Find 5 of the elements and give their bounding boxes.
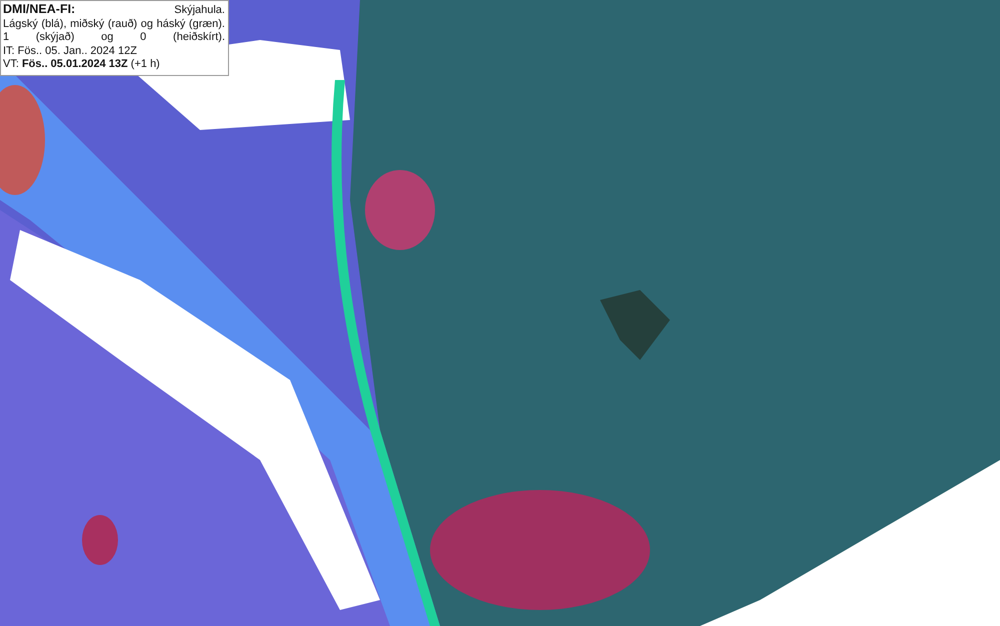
- valid-time: VT: Fös.. 05.01.2024 13Z (+1 h): [3, 58, 161, 72]
- model-name: DMI/NEA-FI:: [3, 3, 76, 16]
- legend-description: Lágský (blá), miðský (rauð) og háský (græn). 1 (skýjað) og 0 (heiðskírt).: [3, 18, 225, 44]
- init-time: IT: Fös.. 05. Jan.. 2024 12Z: [3, 44, 138, 58]
- product-name: Skýjahula.: [174, 4, 225, 18]
